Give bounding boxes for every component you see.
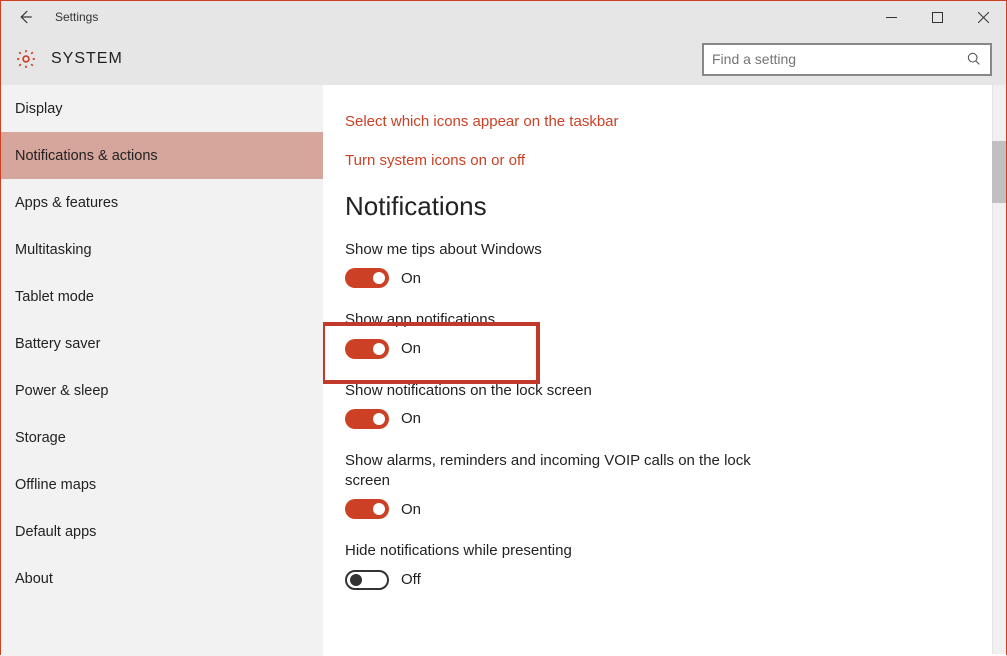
- sidebar-item-offline-maps[interactable]: Offline maps: [1, 461, 323, 508]
- sidebar-item-notifications-actions[interactable]: Notifications & actions: [1, 132, 323, 179]
- back-button[interactable]: [1, 1, 49, 33]
- setting-4: Hide notifications while presenting Off: [345, 541, 976, 589]
- sidebar-item-default-apps[interactable]: Default apps: [1, 508, 323, 555]
- header-row: SYSTEM: [1, 33, 1006, 85]
- toggle-state-label: Off: [401, 571, 421, 588]
- toggle-knob: [373, 503, 385, 515]
- sidebar-item-label: Storage: [15, 430, 66, 446]
- toggle-state-label: On: [401, 410, 421, 427]
- titlebar: Settings: [1, 1, 1006, 33]
- setting-label: Show alarms, reminders and incoming VOIP…: [345, 451, 755, 492]
- sidebar-item-power-sleep[interactable]: Power & sleep: [1, 367, 323, 414]
- toggle-switch[interactable]: [345, 570, 389, 590]
- setting-label: Show me tips about Windows: [345, 240, 755, 260]
- sidebar-item-label: Battery saver: [15, 336, 100, 352]
- window-title: Settings: [55, 10, 98, 24]
- close-icon: [978, 12, 989, 23]
- sidebar: Display Notifications & actions Apps & fea…: [1, 85, 323, 656]
- content-area: Display Notifications & actions Apps & fea…: [1, 85, 1006, 656]
- minimize-button[interactable]: [868, 1, 914, 33]
- toggle-state-label: On: [401, 270, 421, 287]
- setting-label: Hide notifications while presenting: [345, 541, 755, 561]
- back-arrow-icon: [16, 8, 34, 26]
- sidebar-item-label: Default apps: [15, 524, 96, 540]
- toggle-row: On: [345, 409, 976, 429]
- search-input[interactable]: [712, 51, 966, 67]
- sidebar-item-tablet-mode[interactable]: Tablet mode: [1, 273, 323, 320]
- toggle-knob: [373, 343, 385, 355]
- sidebar-item-label: Display: [15, 101, 63, 117]
- close-button[interactable]: [960, 1, 1006, 33]
- search-box[interactable]: [702, 43, 992, 76]
- sidebar-item-apps-features[interactable]: Apps & features: [1, 179, 323, 226]
- main-panel: Select which icons appear on the taskbar…: [323, 85, 1006, 656]
- toggle-state-label: On: [401, 501, 421, 518]
- toggle-knob: [373, 413, 385, 425]
- toggle-row: On: [345, 268, 976, 288]
- sidebar-item-label: Tablet mode: [15, 289, 94, 305]
- toggle-state-label: On: [401, 340, 421, 357]
- search-icon: [966, 51, 982, 67]
- toggle-knob: [350, 574, 362, 586]
- sidebar-item-label: Offline maps: [15, 477, 96, 493]
- gear-icon: [15, 48, 37, 70]
- sidebar-item-about[interactable]: About: [1, 555, 323, 602]
- scrollbar-track[interactable]: [992, 85, 1006, 654]
- sidebar-item-display[interactable]: Display: [1, 85, 323, 132]
- section-title-notifications: Notifications: [345, 191, 976, 222]
- toggle-row: On: [345, 339, 976, 359]
- scrollbar-thumb[interactable]: [992, 141, 1006, 203]
- minimize-icon: [886, 12, 897, 23]
- toggle-switch[interactable]: [345, 499, 389, 519]
- toggle-knob: [373, 272, 385, 284]
- toggle-row: On: [345, 499, 976, 519]
- sidebar-item-label: Power & sleep: [15, 383, 109, 399]
- header-left: SYSTEM: [15, 48, 123, 70]
- setting-1: Show app notifications On: [345, 310, 976, 358]
- titlebar-left: Settings: [1, 1, 98, 33]
- maximize-button[interactable]: [914, 1, 960, 33]
- sidebar-item-label: Multitasking: [15, 242, 92, 258]
- maximize-icon: [932, 12, 943, 23]
- setting-3: Show alarms, reminders and incoming VOIP…: [345, 451, 976, 520]
- setting-0: Show me tips about Windows On: [345, 240, 976, 288]
- setting-2: Show notifications on the lock screen On: [345, 381, 976, 429]
- sidebar-item-storage[interactable]: Storage: [1, 414, 323, 461]
- sidebar-item-label: Apps & features: [15, 195, 118, 211]
- link-taskbar-icons[interactable]: Select which icons appear on the taskbar: [345, 113, 976, 130]
- sidebar-item-multitasking[interactable]: Multitasking: [1, 226, 323, 273]
- toggle-row: Off: [345, 570, 976, 590]
- sidebar-item-label: Notifications & actions: [15, 148, 158, 164]
- toggle-switch[interactable]: [345, 409, 389, 429]
- setting-label: Show notifications on the lock screen: [345, 381, 755, 401]
- window-controls: [868, 1, 1006, 33]
- toggle-switch[interactable]: [345, 268, 389, 288]
- sidebar-item-label: About: [15, 571, 53, 587]
- page-title: SYSTEM: [51, 50, 123, 68]
- sidebar-item-battery-saver[interactable]: Battery saver: [1, 320, 323, 367]
- setting-label: Show app notifications: [345, 310, 755, 330]
- link-system-icons[interactable]: Turn system icons on or off: [345, 152, 976, 169]
- toggle-switch[interactable]: [345, 339, 389, 359]
